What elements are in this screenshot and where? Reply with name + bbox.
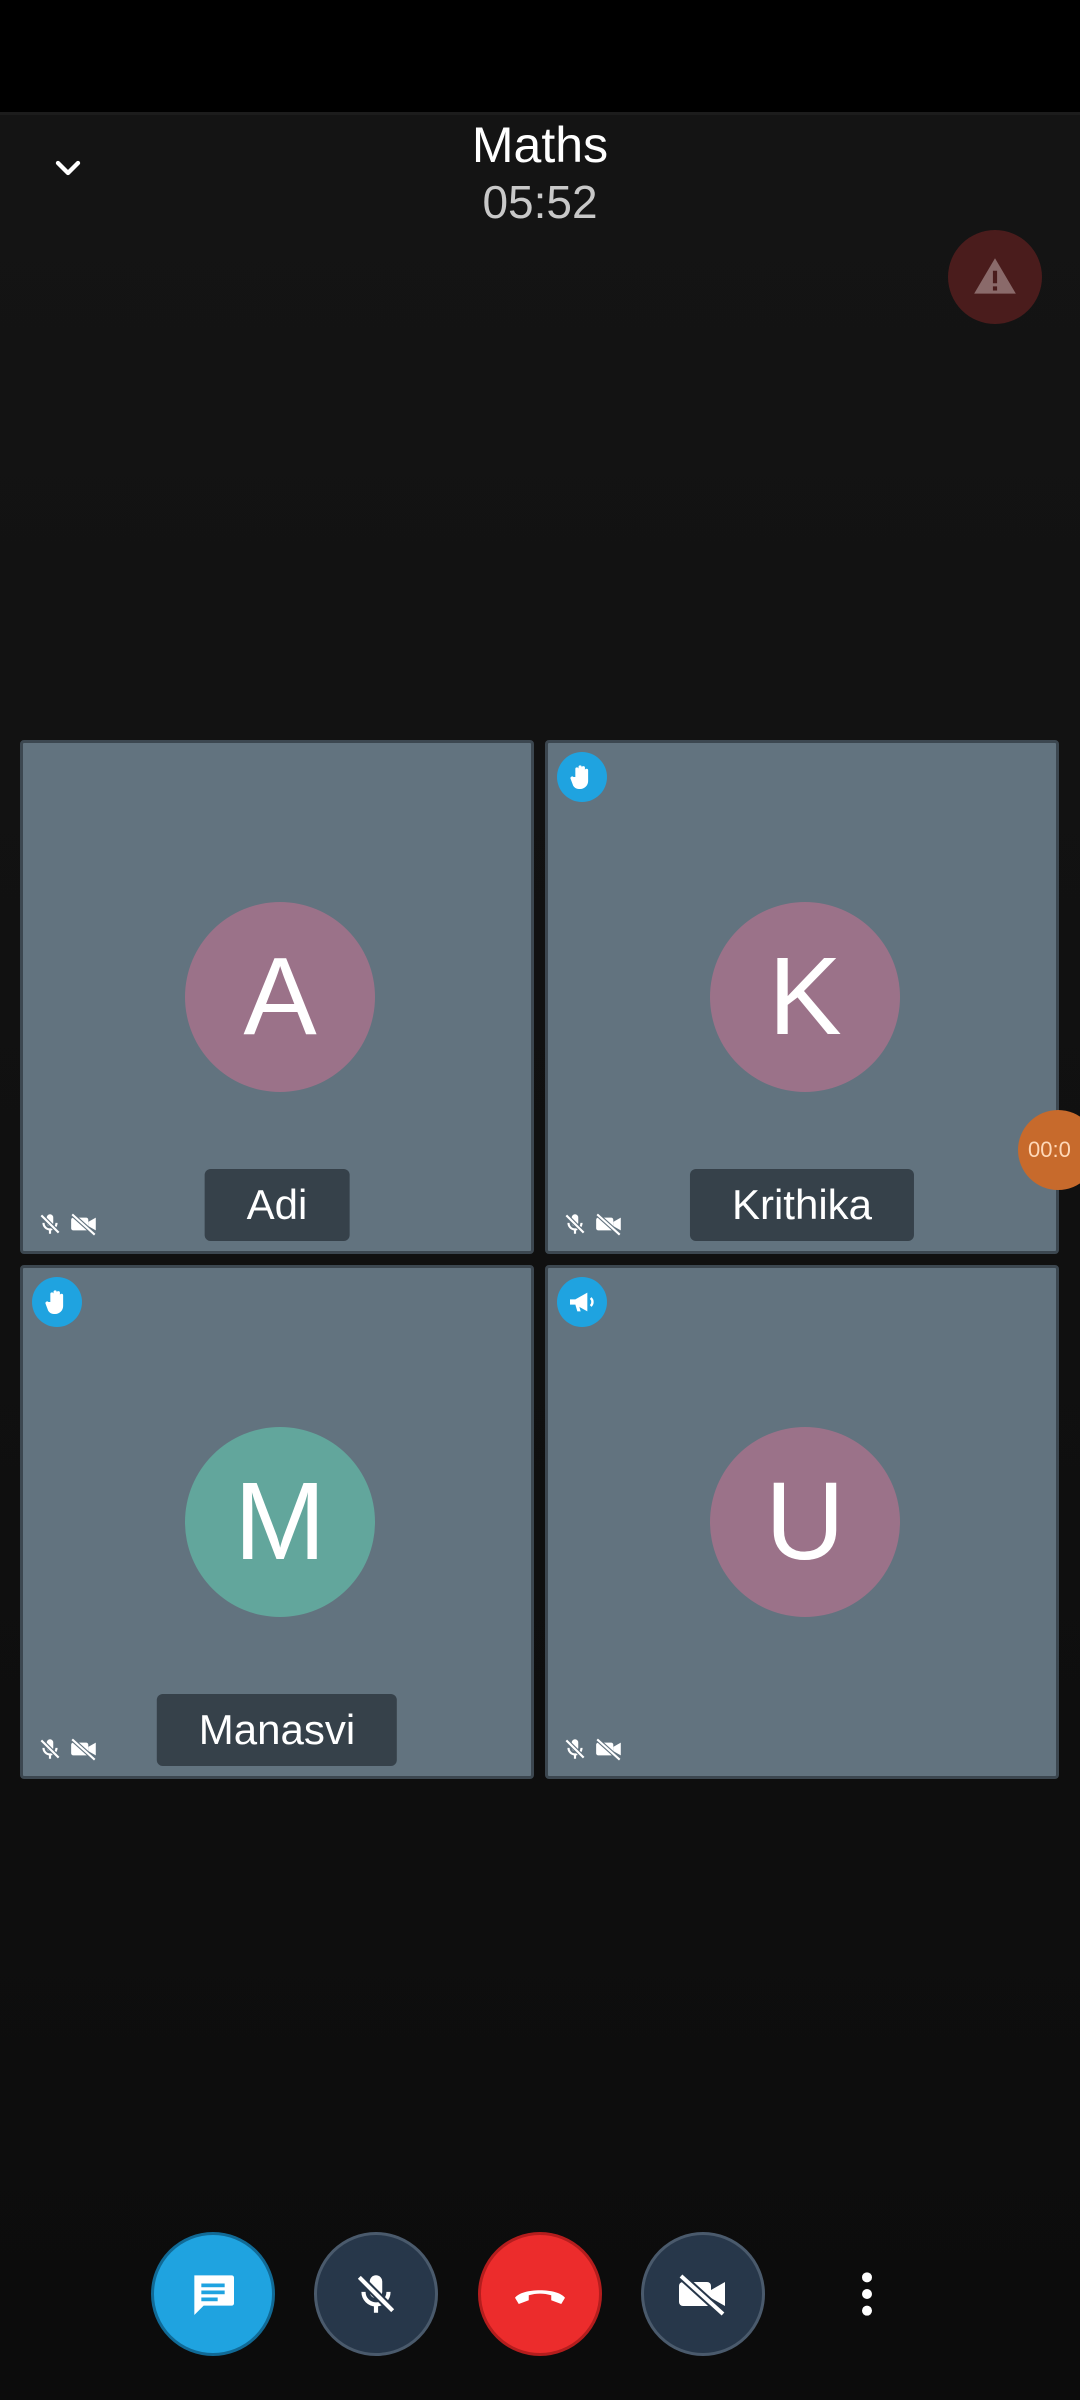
- media-status: [562, 1211, 624, 1237]
- camera-off-icon: [595, 1737, 622, 1762]
- warning-button[interactable]: [948, 230, 1042, 324]
- status-bar: [0, 0, 1080, 112]
- raised-hand-icon: [570, 765, 589, 789]
- participant-name: Manasvi: [156, 1694, 398, 1766]
- avatar: M: [185, 1427, 375, 1617]
- avatar: K: [710, 902, 900, 1092]
- speaker-badge: [557, 1277, 607, 1327]
- participant-name: Krithika: [689, 1169, 915, 1241]
- more-options-button[interactable]: [805, 2232, 929, 2356]
- call-timer: 05:52: [482, 176, 598, 228]
- mic-off-icon: [564, 1213, 586, 1235]
- camera-off-icon: [678, 2273, 726, 2317]
- mic-off-icon: [356, 2274, 396, 2314]
- end-call-icon: [515, 2290, 565, 2304]
- warning-icon: [974, 258, 1016, 294]
- raised-hand-icon: [45, 1290, 64, 1314]
- camera-off-icon: [70, 1212, 97, 1237]
- end-call-button[interactable]: [478, 2232, 602, 2356]
- media-status: [37, 1211, 99, 1237]
- call-title: Maths: [471, 117, 609, 173]
- chat-button[interactable]: [151, 2232, 275, 2356]
- participant-tile-krithika[interactable]: K Krithika: [545, 740, 1059, 1254]
- participant-tile-u[interactable]: U: [545, 1265, 1059, 1779]
- mic-off-icon: [39, 1738, 61, 1760]
- chat-icon: [194, 2275, 234, 2315]
- camera-toggle-button[interactable]: [641, 2232, 765, 2356]
- participant-tile-adi[interactable]: A Adi: [20, 740, 534, 1254]
- camera-off-icon: [595, 1212, 622, 1237]
- mic-toggle-button[interactable]: [314, 2232, 438, 2356]
- raised-hand-badge: [32, 1277, 82, 1327]
- avatar: A: [185, 902, 375, 1092]
- avatar: U: [710, 1427, 900, 1617]
- raised-hand-badge: [557, 752, 607, 802]
- participant-tile-manasvi[interactable]: M Manasvi: [20, 1265, 534, 1779]
- media-status: [562, 1736, 624, 1762]
- media-status: [37, 1736, 99, 1762]
- mic-off-icon: [564, 1738, 586, 1760]
- mic-off-icon: [39, 1213, 61, 1235]
- participant-name: Adi: [204, 1169, 350, 1241]
- camera-off-icon: [70, 1737, 97, 1762]
- call-screen: [0, 112, 1080, 2400]
- more-vertical-icon: [862, 2272, 872, 2316]
- megaphone-icon: [570, 1292, 594, 1312]
